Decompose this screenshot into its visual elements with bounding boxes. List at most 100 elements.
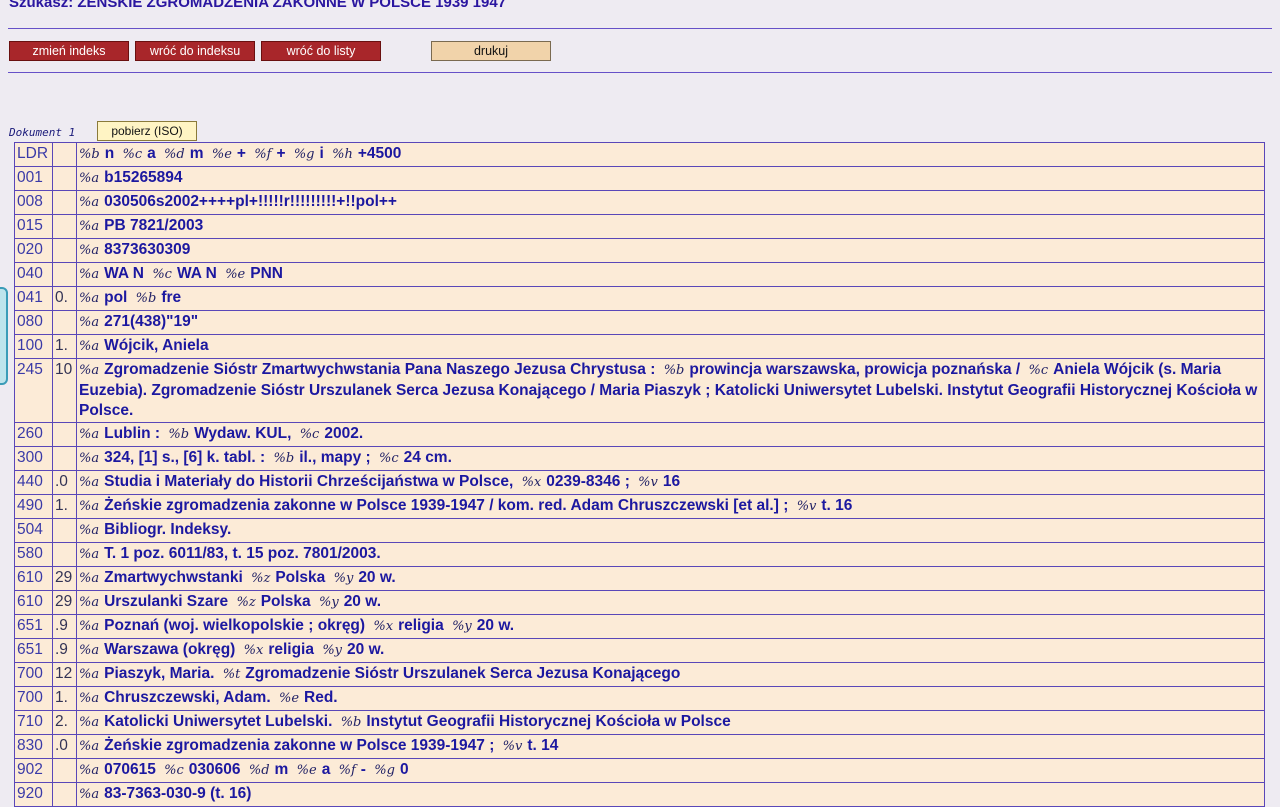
marc-indicators: 10 xyxy=(52,358,77,423)
subfield-value: + xyxy=(276,145,286,162)
subfield-value: 8373630309 xyxy=(104,241,191,258)
marc-tag: 651 xyxy=(14,638,53,663)
marc-indicators: .9 xyxy=(52,638,77,663)
marc-tag: 020 xyxy=(14,238,53,263)
marc-indicators xyxy=(52,166,77,191)
marc-content: %a Lublin : %b Wydaw. KUL, %c 2002. xyxy=(76,422,1265,447)
subfield-value: 070615 xyxy=(104,761,156,778)
subfield-value: religia xyxy=(268,641,314,658)
marc-tag: 830 xyxy=(14,734,53,759)
marc-content: %a b15265894 xyxy=(76,166,1265,191)
marc-indicators xyxy=(52,190,77,215)
marc-content: %a Chruszczewski, Adam. %e Red. xyxy=(76,686,1265,711)
subfield-code: %c xyxy=(152,267,172,282)
subfield-value: Wydaw. KUL, xyxy=(194,425,292,442)
subfield-value: n xyxy=(104,145,115,162)
subfield-code: %y xyxy=(322,643,343,658)
subfield-value: prowincja warszawska, prowicja poznańska… xyxy=(689,361,1021,378)
marc-field-row: 504 %a Bibliogr. Indeksy. xyxy=(14,518,1265,543)
marc-content: %a 070615 %c 030606 %d m %e a %f - %g 0 xyxy=(76,758,1265,783)
subfield-value: m xyxy=(189,145,204,162)
marc-indicators: 29 xyxy=(52,566,77,591)
subfield-value: 24 cm. xyxy=(403,449,452,466)
subfield-code: %a xyxy=(79,523,100,538)
marc-content: %a Piaszyk, Maria. %t Zgromadzenie Sióstr … xyxy=(76,662,1265,687)
subfield-value: 16 xyxy=(662,473,681,490)
subfield-code: %a xyxy=(79,427,100,442)
marc-content: %a PB 7821/2003 xyxy=(76,214,1265,239)
marc-tag: 700 xyxy=(14,662,53,687)
marc-content: %a 8373630309 xyxy=(76,238,1265,263)
subfield-code: %a xyxy=(79,315,100,330)
subfield-value: il., mapy ; xyxy=(299,449,371,466)
subfield-code: %x xyxy=(373,619,394,634)
subfield-code: %z xyxy=(236,595,256,610)
subfield-value: +4500 xyxy=(357,145,402,162)
marc-tag: 490 xyxy=(14,494,53,519)
change-index-button[interactable]: zmień indeks xyxy=(9,41,129,61)
subfield-value: Wójcik, Aniela xyxy=(104,337,209,354)
marc-content: %a Bibliogr. Indeksy. xyxy=(76,518,1265,543)
subfield-value: 20 w. xyxy=(347,641,385,658)
subfield-code: %c xyxy=(164,763,184,778)
subfield-value: 030606 xyxy=(188,761,241,778)
document-label: Dokument 1 xyxy=(9,126,76,139)
subfield-code: %a xyxy=(79,715,100,730)
subfield-value: Katolicki Uniwersytet Lubelski. xyxy=(104,713,333,730)
subfield-value: 20 w. xyxy=(343,593,382,610)
subfield-code: %y xyxy=(318,595,339,610)
marc-content: %a 271(438)"19" xyxy=(76,310,1265,335)
subfield-code: %f xyxy=(254,147,272,162)
marc-content: %b n %c a %d m %e + %f + %g i %h +4500 xyxy=(76,142,1265,167)
marc-content: %a T. 1 poz. 6011/83, t. 15 poz. 7801/200… xyxy=(76,542,1265,567)
subfield-value: WA N xyxy=(176,265,217,282)
marc-tag: 015 xyxy=(14,214,53,239)
marc-indicators xyxy=(52,142,77,167)
marc-tag: 040 xyxy=(14,262,53,287)
subfield-value: Warszawa (okręg) xyxy=(104,641,236,658)
marc-field-row: 008 %a 030506s2002++++pl+!!!!!r!!!!!!!!!+!… xyxy=(14,190,1265,215)
marc-tag: 651 xyxy=(14,614,53,639)
marc-indicators xyxy=(52,782,77,807)
subfield-value: Instytut Geografii Historycznej Kościoła… xyxy=(366,713,731,730)
side-panel-handle[interactable] xyxy=(0,287,8,385)
marc-content: %a Poznań (woj. wielkopolskie ; okręg) %x… xyxy=(76,614,1265,639)
marc-field-row: LDR %b n %c a %d m %e + %f + %g i %h +4500 xyxy=(14,142,1265,167)
subfield-code: %b xyxy=(273,451,295,466)
marc-tag: 610 xyxy=(14,566,53,591)
subfield-value: Urszulanki Szare xyxy=(104,593,229,610)
subfield-code: %v xyxy=(796,499,817,514)
subfield-code: %c xyxy=(379,451,399,466)
marc-indicators xyxy=(52,542,77,567)
subfield-code: %a xyxy=(79,739,100,754)
subfield-code: %e xyxy=(211,147,232,162)
marc-tag: 245 xyxy=(14,358,53,423)
marc-tag: LDR xyxy=(14,142,53,167)
marc-tag: 100 xyxy=(14,334,53,359)
marc-tag: 260 xyxy=(14,422,53,447)
subfield-value: i xyxy=(319,145,324,162)
subfield-value: Poznań (woj. wielkopolskie ; okręg) xyxy=(104,617,366,634)
page-title: Szukasz: ŻEŃSKIE ZGROMADZENIA ZAKONNE W … xyxy=(9,0,507,11)
marc-indicators xyxy=(52,214,77,239)
subfield-code: %g xyxy=(293,147,315,162)
back-to-list-button[interactable]: wróć do listy xyxy=(261,41,381,61)
marc-tag: 300 xyxy=(14,446,53,471)
marc-tag: 080 xyxy=(14,310,53,335)
subfield-code: %a xyxy=(79,195,100,210)
marc-field-row: 490 1. %a Żeńskie zgromadzenia zakonne w Po… xyxy=(14,494,1265,519)
marc-indicators xyxy=(52,422,77,447)
download-iso-button[interactable]: pobierz (ISO) xyxy=(97,121,197,141)
print-button[interactable]: drukuj xyxy=(431,41,551,61)
subfield-code: %y xyxy=(452,619,472,634)
subfield-code: %a xyxy=(79,763,100,778)
marc-tag: 580 xyxy=(14,542,53,567)
subfield-code: %a xyxy=(79,619,100,634)
marc-indicators: 1. xyxy=(52,334,77,359)
marc-tag: 041 xyxy=(14,286,53,311)
back-to-index-button[interactable]: wróć do indeksu xyxy=(135,41,255,61)
subfield-code: %a xyxy=(79,499,100,514)
subfield-code: %v xyxy=(502,739,523,754)
marc-indicators xyxy=(52,310,77,335)
subfield-code: %c xyxy=(1028,363,1049,378)
